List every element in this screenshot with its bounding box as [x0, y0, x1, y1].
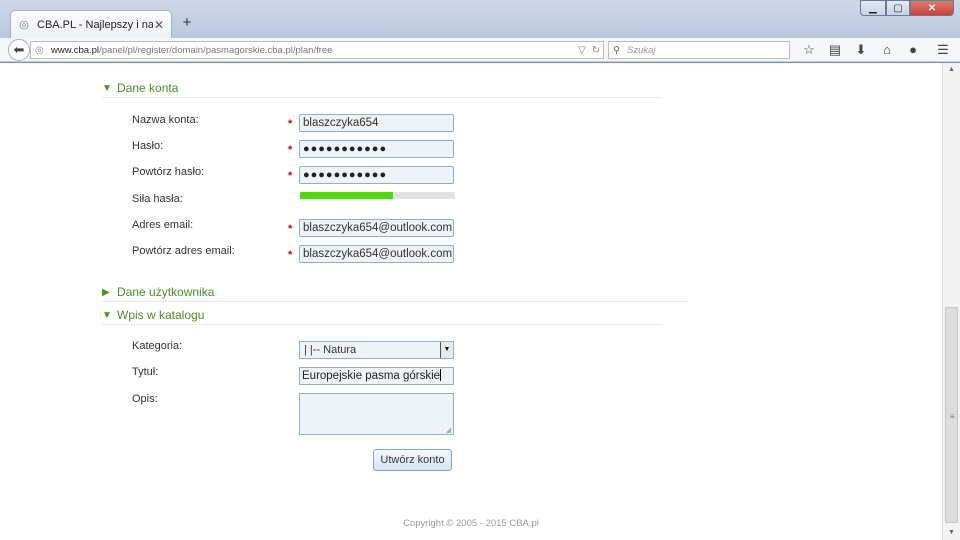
email-input[interactable]: blaszczyka654@outlook.com: [299, 219, 454, 237]
section-user-header[interactable]: ▶ Dane użytkownika: [102, 285, 214, 299]
address-bar[interactable]: ◎ www.cba.pl/panel/pl/register/domain/pa…: [30, 41, 604, 59]
account-name-input[interactable]: blaszczyka654: [299, 114, 454, 132]
expand-triangle-icon: ▶: [102, 286, 110, 298]
home-icon[interactable]: ⌂: [874, 41, 900, 59]
section-divider: [102, 97, 662, 98]
email-label: Adres email:: [132, 219, 194, 231]
window-controls: ▁ ▢ ✕: [860, 0, 954, 16]
title-input[interactable]: Europejskie pasma górskie: [299, 367, 454, 385]
browser-tab[interactable]: ◎ CBA.PL - Najlepszy i najpo... ✕: [10, 10, 172, 38]
chat-icon[interactable]: ●: [900, 41, 926, 59]
tab-title: CBA.PL - Najlepszy i najpo...: [37, 18, 153, 31]
url-text: www.cba.pl/panel/pl/register/domain/pasm…: [51, 44, 333, 56]
email-repeat-input[interactable]: blaszczyka654@outlook.com: [299, 245, 454, 263]
category-select-value: | |-- Natura: [304, 344, 357, 356]
reload-icon[interactable]: ↻: [589, 45, 603, 56]
download-icon[interactable]: ⬇: [848, 41, 874, 59]
category-select[interactable]: | |-- Natura ▼: [299, 341, 454, 359]
password-strength-fill: [300, 192, 393, 199]
text-caret: [440, 369, 442, 381]
minimize-button[interactable]: ▁: [860, 0, 886, 16]
required-mark: *: [288, 118, 293, 130]
globe-icon: ◎: [35, 44, 44, 56]
search-bar[interactable]: ⚲ Szukaj: [608, 41, 790, 59]
search-placeholder: Szukaj: [627, 44, 656, 56]
description-textarea[interactable]: ◢: [299, 393, 454, 435]
section-account-title: Dane konta: [117, 81, 179, 95]
star-icon[interactable]: ☆: [796, 41, 822, 59]
password-strength-bar: [300, 192, 455, 199]
required-mark: *: [288, 249, 293, 261]
resize-handle-icon[interactable]: ◢: [446, 426, 451, 434]
vertical-scrollbar[interactable]: ▲ ≡ ▼: [942, 63, 960, 540]
section-catalog-header[interactable]: ▼ Wpis w katalogu: [102, 308, 204, 322]
password-repeat-label: Powtórz hasło:: [132, 166, 205, 178]
password-repeat-input[interactable]: ●●●●●●●●●●●: [299, 166, 454, 184]
footer-copyright: Copyright © 2005 - 2015 CBA.pl: [403, 518, 539, 529]
back-button[interactable]: ⬅: [8, 39, 30, 61]
tab-close-icon[interactable]: ✕: [153, 18, 165, 32]
description-label: Opis:: [132, 393, 158, 405]
required-mark: *: [288, 223, 293, 235]
page-content: ▼ Dane konta Nazwa konta: * blaszczyka65…: [0, 63, 942, 540]
required-mark: *: [288, 144, 293, 156]
email-repeat-label: Powtórz adres email:: [132, 245, 235, 257]
collapse-triangle-icon: ▼: [102, 82, 112, 94]
category-label: Kategoria:: [132, 340, 183, 352]
maximize-button[interactable]: ▢: [886, 0, 910, 16]
navigation-bar: ⬅ ◎ www.cba.pl/panel/pl/register/domain/…: [0, 38, 960, 62]
window-titlebar: ◎ CBA.PL - Najlepszy i najpo... ✕ + ▁ ▢ …: [0, 0, 960, 38]
grip-icon: ≡: [950, 412, 955, 421]
arrow-left-icon: ⬅: [13, 42, 25, 57]
scroll-down-arrow-icon[interactable]: ▼: [943, 526, 960, 540]
collapse-triangle-icon: ▼: [102, 309, 112, 321]
account-name-label: Nazwa konta:: [132, 114, 199, 126]
password-input[interactable]: ●●●●●●●●●●●: [299, 140, 454, 158]
reading-list-icon[interactable]: ▤: [822, 41, 848, 59]
new-tab-button[interactable]: +: [180, 14, 194, 31]
search-icon: ⚲: [613, 44, 620, 56]
section-catalog-title: Wpis w katalogu: [117, 308, 205, 322]
required-mark: *: [288, 170, 293, 182]
section-divider: [102, 324, 662, 325]
password-label: Hasło:: [132, 140, 164, 152]
dropdown-icon[interactable]: ▽: [575, 45, 589, 56]
section-account-header[interactable]: ▼ Dane konta: [102, 81, 178, 95]
title-label: Tytuł:: [132, 366, 159, 378]
password-strength-label: Siła hasła:: [132, 193, 183, 205]
scroll-up-arrow-icon[interactable]: ▲: [943, 63, 960, 77]
title-input-value: Europejskie pasma górskie: [302, 370, 441, 382]
toolbar-icons: ☆ ▤ ⬇ ⌂ ● ☰: [796, 41, 956, 59]
close-window-button[interactable]: ✕: [910, 0, 954, 16]
section-user-title: Dane użytkownika: [117, 285, 215, 299]
scrollbar-thumb[interactable]: ≡: [945, 307, 958, 523]
chevron-down-icon[interactable]: ▼: [440, 342, 453, 358]
globe-icon: ◎: [19, 18, 29, 31]
menu-icon[interactable]: ☰: [930, 41, 956, 59]
section-divider: [102, 301, 688, 302]
create-account-button[interactable]: Utwórz konto: [373, 449, 452, 471]
